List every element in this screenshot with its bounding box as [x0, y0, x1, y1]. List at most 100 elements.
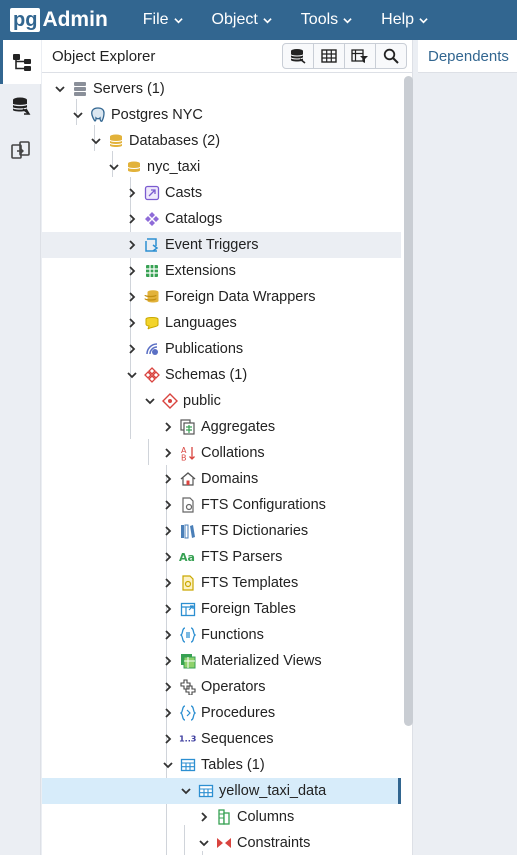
- svg-text:Aa: Aa: [179, 551, 195, 564]
- chevron-down-icon[interactable]: [106, 159, 122, 175]
- object-tree: Servers (1) Postgres NYC Databases (2) n…: [42, 75, 401, 855]
- tree-node-domains[interactable]: Domains: [42, 466, 401, 492]
- tree-node-fts-parsers[interactable]: Aa FTS Parsers: [42, 544, 401, 570]
- tree-node-aggregates[interactable]: Aggregates: [42, 414, 401, 440]
- tree-node-public[interactable]: public: [42, 388, 401, 414]
- tree-node-yellow-taxi-data[interactable]: yellow_taxi_data: [42, 778, 401, 804]
- tree-node-sequences[interactable]: 1..3 Sequences: [42, 726, 401, 752]
- chevron-right-icon[interactable]: [160, 679, 176, 695]
- chevron-right-icon[interactable]: [196, 809, 212, 825]
- menu-object[interactable]: Object: [204, 11, 280, 29]
- menu-object-label: Object: [211, 11, 258, 28]
- tree-node-collations[interactable]: AB Collations: [42, 440, 401, 466]
- menu-file[interactable]: File: [135, 11, 191, 29]
- node-label: Schemas: [165, 367, 226, 383]
- aggregates-icon: [179, 418, 197, 436]
- tree-node-foreign-tables[interactable]: Foreign Tables: [42, 596, 401, 622]
- chevron-right-icon[interactable]: [160, 731, 176, 747]
- tree-node-constraints[interactable]: Constraints: [42, 830, 401, 855]
- tree-node-postgres-nyc[interactable]: Postgres NYC: [42, 102, 401, 128]
- schema-diff-button[interactable]: [0, 128, 41, 172]
- chevron-down-icon[interactable]: [88, 133, 104, 149]
- logo-admin-text: Admin: [42, 8, 108, 31]
- chevron-right-icon[interactable]: [160, 601, 176, 617]
- menu-tools[interactable]: Tools: [293, 11, 360, 29]
- chevron-right-icon[interactable]: [124, 211, 140, 227]
- tree-node-materialized-views[interactable]: Materialized Views: [42, 648, 401, 674]
- query-tool-toolbar-button[interactable]: [282, 43, 314, 69]
- tree-node-schemas[interactable]: Schemas (1): [42, 362, 401, 388]
- node-label: Foreign Data Wrappers: [165, 289, 316, 305]
- filtered-rows-button[interactable]: [344, 43, 376, 69]
- chevron-right-icon[interactable]: [160, 419, 176, 435]
- chevron-right-icon[interactable]: [160, 653, 176, 669]
- chevron-down-icon[interactable]: [160, 757, 176, 773]
- chevron-right-icon[interactable]: [160, 549, 176, 565]
- view-data-button[interactable]: [313, 43, 345, 69]
- tree-node-nyc-taxi[interactable]: nyc_taxi: [42, 154, 401, 180]
- tab-dependents[interactable]: Dependents: [418, 40, 517, 73]
- chevron-down-icon: [263, 17, 272, 23]
- chevron-right-icon[interactable]: [160, 627, 176, 643]
- chevron-right-icon[interactable]: [124, 185, 140, 201]
- chevron-down-icon: [343, 17, 352, 23]
- node-label: yellow_taxi_data: [219, 783, 327, 799]
- tree-node-publications[interactable]: Publications: [42, 336, 401, 362]
- menu-help[interactable]: Help: [373, 11, 436, 29]
- node-label: FTS Configurations: [201, 497, 326, 513]
- object-explorer-button[interactable]: [0, 40, 41, 84]
- main-menu: File Object Tools Help: [135, 0, 449, 40]
- chevron-right-icon[interactable]: [160, 523, 176, 539]
- fts-dictionaries-icon: [179, 522, 197, 540]
- node-label: Collations: [201, 445, 265, 461]
- search-objects-button[interactable]: [375, 43, 407, 69]
- chevron-down-icon[interactable]: [196, 835, 212, 851]
- query-tool-button[interactable]: [0, 84, 41, 128]
- foreign-tables-icon: [179, 600, 197, 618]
- tree-node-servers[interactable]: Servers (1): [42, 76, 401, 102]
- chevron-right-icon[interactable]: [124, 289, 140, 305]
- pgadmin-logo[interactable]: pg Admin: [10, 0, 108, 40]
- foreign-data-wrappers-icon: [143, 288, 161, 306]
- tree-node-event-triggers[interactable]: Event Triggers: [42, 232, 401, 258]
- chevron-right-icon[interactable]: [160, 705, 176, 721]
- chevron-right-icon[interactable]: [160, 497, 176, 513]
- table-view-icon: [321, 49, 337, 63]
- tree-node-functions[interactable]: Functions: [42, 622, 401, 648]
- left-tool-rail: [0, 40, 41, 855]
- chevron-down-icon[interactable]: [178, 783, 194, 799]
- chevron-right-icon[interactable]: [124, 315, 140, 331]
- chevron-down-icon[interactable]: [142, 393, 158, 409]
- chevron-right-icon[interactable]: [160, 471, 176, 487]
- tables-icon: [179, 756, 197, 774]
- tree-node-catalogs[interactable]: Catalogs: [42, 206, 401, 232]
- tree-scrollbar[interactable]: [404, 76, 413, 726]
- casts-icon: [143, 184, 161, 202]
- sequences-icon: 1..3: [179, 730, 197, 748]
- tree-node-tables[interactable]: Tables (1): [42, 752, 401, 778]
- tree-node-casts[interactable]: Casts: [42, 180, 401, 206]
- tree-node-columns[interactable]: Columns: [42, 804, 401, 830]
- chevron-down-icon[interactable]: [124, 367, 140, 383]
- node-label: Casts: [165, 185, 203, 201]
- chevron-right-icon[interactable]: [160, 445, 176, 461]
- tree-node-extensions[interactable]: Extensions: [42, 258, 401, 284]
- node-label: Languages: [165, 315, 237, 331]
- tree-node-operators[interactable]: Operators: [42, 674, 401, 700]
- tree-node-languages[interactable]: Languages: [42, 310, 401, 336]
- tree-node-fts-templates[interactable]: FTS Templates: [42, 570, 401, 596]
- chevron-right-icon[interactable]: [124, 237, 140, 253]
- node-label: nyc_taxi: [147, 159, 201, 175]
- chevron-down-icon[interactable]: [52, 81, 68, 97]
- node-count: (2): [202, 133, 221, 149]
- tree-node-procedures[interactable]: Procedures: [42, 700, 401, 726]
- chevron-down-icon[interactable]: [70, 107, 86, 123]
- chevron-right-icon[interactable]: [124, 263, 140, 279]
- tree-node-fts-configurations[interactable]: FTS Configurations: [42, 492, 401, 518]
- chevron-right-icon[interactable]: [160, 575, 176, 591]
- tree-node-foreign-data-wrappers[interactable]: Foreign Data Wrappers: [42, 284, 401, 310]
- tree-node-fts-dictionaries[interactable]: FTS Dictionaries: [42, 518, 401, 544]
- right-panel: Dependents: [418, 40, 517, 855]
- tree-node-databases[interactable]: Databases (2): [42, 128, 401, 154]
- chevron-right-icon[interactable]: [124, 341, 140, 357]
